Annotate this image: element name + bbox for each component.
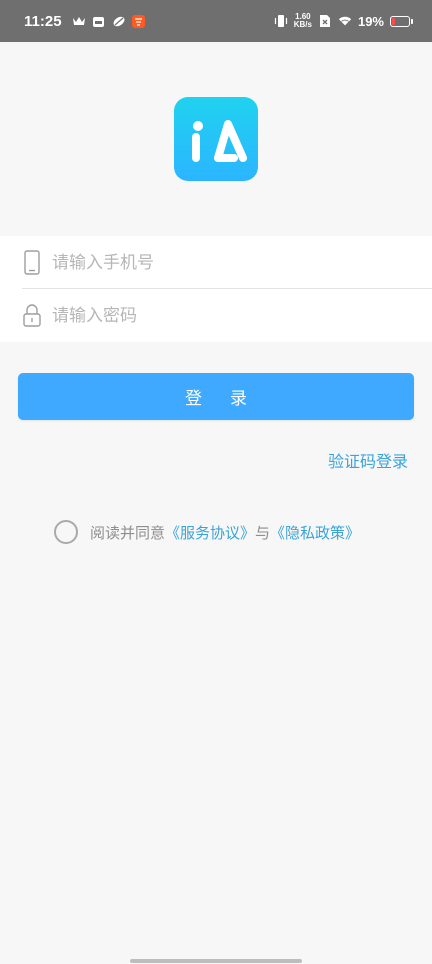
- battery-icon: [390, 15, 413, 27]
- password-input[interactable]: [52, 295, 412, 336]
- battery-percent: 19%: [357, 13, 384, 29]
- login-form: [0, 236, 432, 342]
- login-button[interactable]: 登录: [18, 373, 414, 420]
- phone-input[interactable]: [52, 242, 412, 283]
- app-badge-icon: [132, 14, 146, 28]
- home-indicator[interactable]: [130, 959, 302, 963]
- agreement-conjunction: 与: [255, 523, 271, 542]
- agreement-text: 阅读并同意《服务协议》与《隐私政策》: [90, 522, 360, 543]
- net-speed: 1.60 KB/s: [294, 13, 312, 29]
- app-logo: [174, 97, 258, 181]
- phone-field: [0, 236, 432, 289]
- status-time: 11:25: [24, 12, 62, 30]
- password-field: [0, 289, 432, 342]
- ia-logo-icon: [192, 120, 247, 162]
- status-left: 11:25: [24, 13, 146, 30]
- status-right: 1.60 KB/s 19%: [274, 13, 413, 29]
- crown-icon: [72, 14, 86, 28]
- service-agreement-link[interactable]: 《服务协议》: [165, 524, 255, 542]
- phone-icon: [22, 250, 42, 276]
- leaf-icon: [112, 14, 126, 28]
- agreement-prefix: 阅读并同意: [90, 523, 166, 542]
- status-bar: 11:25 1.60 KB/s 19%: [0, 0, 432, 42]
- agreement-row: 阅读并同意《服务协议》与《隐私政策》: [54, 518, 360, 546]
- net-speed-unit: KB/s: [293, 20, 312, 29]
- calendar-icon: [92, 14, 106, 28]
- privacy-policy-link[interactable]: 《隐私政策》: [270, 524, 360, 542]
- battery-level: [392, 17, 395, 25]
- lock-icon: [22, 303, 42, 329]
- sms-login-link[interactable]: 验证码登录: [328, 448, 408, 472]
- agreement-checkbox[interactable]: [54, 520, 78, 544]
- vibrate-icon: [274, 14, 288, 28]
- sim-x-icon: [318, 14, 332, 28]
- wifi-icon: [338, 14, 352, 28]
